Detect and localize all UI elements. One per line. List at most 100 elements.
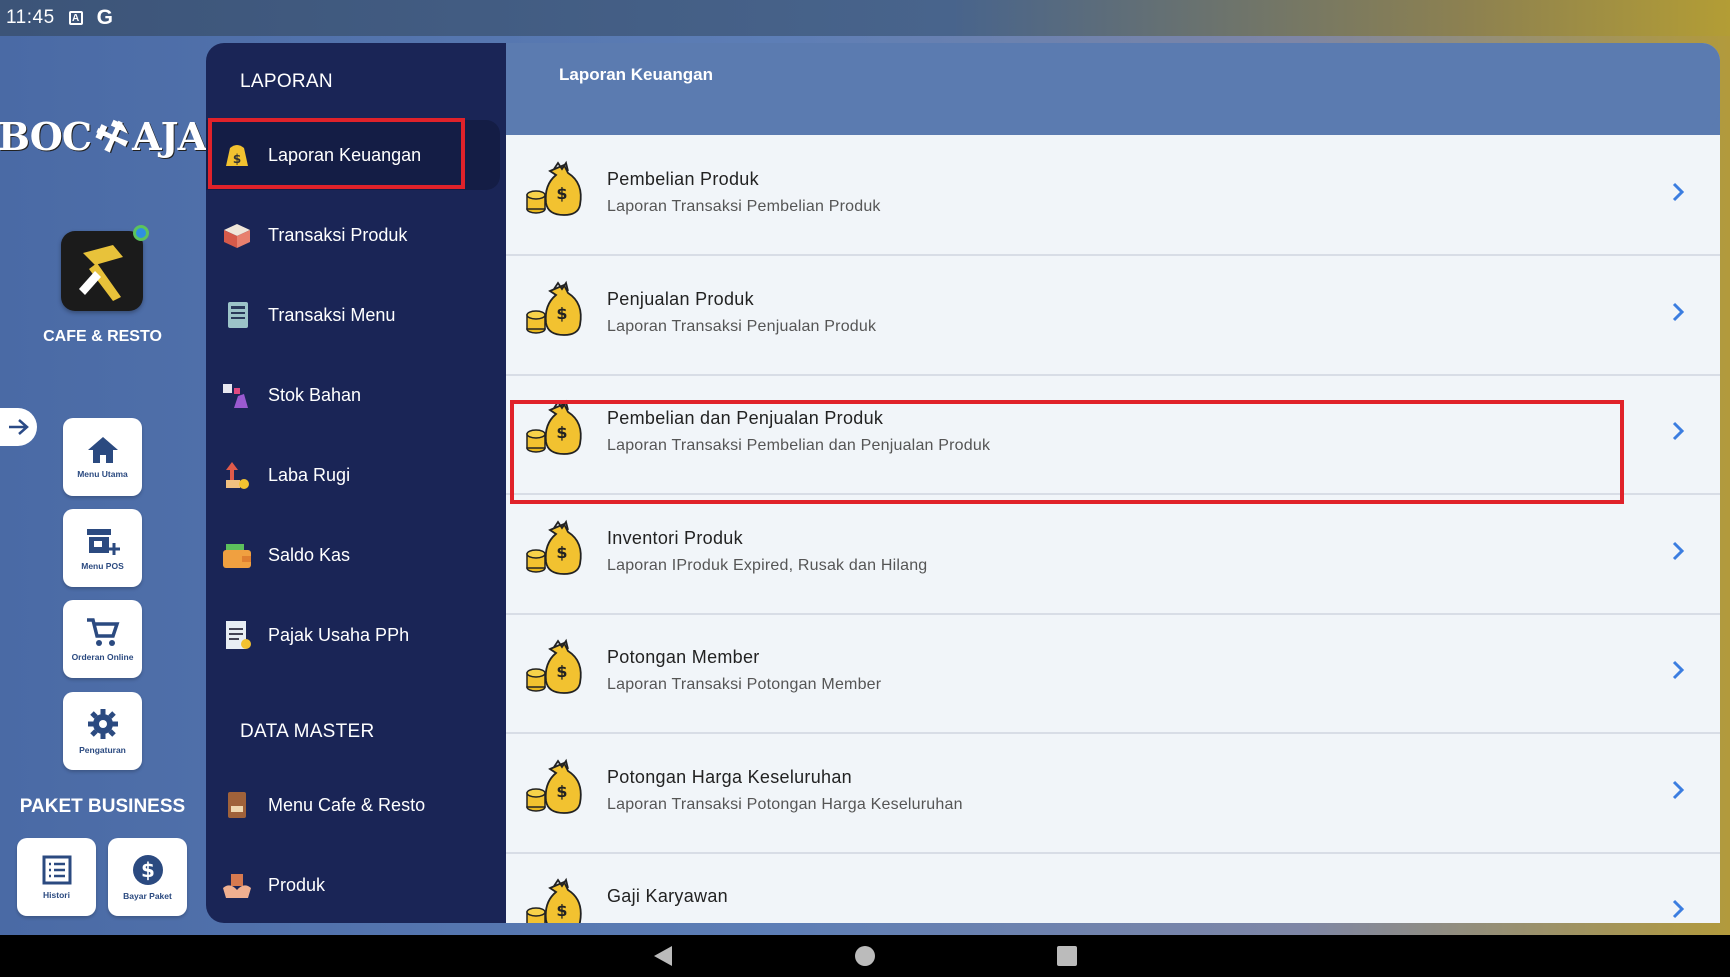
cart-icon — [86, 618, 119, 646]
home-icon — [87, 437, 118, 463]
svg-text:$: $ — [556, 901, 567, 920]
report-row-title: Pembelian Produk — [607, 169, 759, 189]
report-row-subtitle: Laporan Transaksi Potongan Member — [607, 676, 882, 693]
box-icon — [220, 218, 254, 252]
report-row-subtitle: Laporan Transaksi Pembelian Produk — [607, 198, 881, 215]
orderan-online-tile[interactable]: Orderan Online — [63, 600, 142, 678]
row-highlight-box — [510, 400, 1624, 504]
money-bag-icon: $ — [524, 159, 586, 221]
stock-icon — [220, 378, 254, 412]
status-bar: 11:45 A G — [0, 0, 1730, 36]
nav-item-label: Stok Bahan — [268, 384, 362, 405]
dollar-icon: $ — [132, 855, 163, 885]
menu-utama-tile[interactable]: Menu Utama — [63, 418, 142, 496]
google-icon: G — [96, 6, 113, 29]
nav-highlight-box — [208, 118, 465, 189]
status-time: 11:45 — [6, 7, 55, 28]
money-bag-icon: $ — [524, 518, 586, 580]
svg-text:$: $ — [556, 543, 567, 562]
profit-icon — [220, 458, 254, 492]
nav-item-transaksi-menu[interactable]: Transaksi Menu — [206, 280, 500, 350]
menu-pos-tile[interactable]: Menu POS — [63, 509, 142, 587]
nav-item-pajak-usaha[interactable]: Pajak Usaha PPh — [206, 600, 500, 670]
chevron-right-icon — [1666, 655, 1690, 685]
nav-item-label: Menu Cafe & Resto — [268, 794, 426, 815]
report-row-title: Inventori Produk — [607, 527, 743, 548]
recents-icon[interactable] — [1056, 945, 1078, 967]
section-laporan: LAPORAN — [240, 71, 333, 92]
money-bag-icon: $ — [524, 757, 586, 819]
report-row[interactable]: $ Penjualan Produk Laporan Transaksi Pen… — [506, 256, 1720, 376]
paket-title: PAKET BUSINESS — [19, 796, 186, 817]
report-row[interactable]: $ Pembelian Produk Laporan Transaksi Pem… — [506, 137, 1720, 256]
nav-item-label: Produk — [268, 874, 326, 895]
report-row-title: Penjualan Produk — [607, 288, 754, 309]
section-data-master: DATA MASTER — [240, 721, 375, 742]
report-row-title: Potongan Member — [607, 647, 760, 667]
report-row[interactable]: $ Inventori Produk Laporan IProduk Expir… — [506, 495, 1720, 615]
svg-text:$: $ — [556, 184, 567, 203]
content-header: Laporan Keuangan — [506, 43, 1720, 135]
menu-board-icon — [220, 298, 254, 332]
back-icon[interactable] — [652, 944, 674, 968]
tile-label: Histori — [43, 890, 70, 900]
report-row-subtitle: Laporan Transaksi Potongan Harga Keselur… — [607, 795, 963, 813]
svg-text:$: $ — [141, 858, 155, 882]
nav-item-label: Saldo Kas — [268, 544, 351, 565]
report-row[interactable]: $ Potongan Harga Keseluruhan Laporan Tra… — [506, 734, 1720, 854]
tax-icon — [220, 618, 254, 652]
hammer-logo-icon — [79, 245, 123, 301]
nav-item-menu-cafe-resto[interactable]: Menu Cafe & Resto — [206, 770, 500, 840]
android-nav-bar — [0, 935, 1730, 977]
money-bag-icon: $ — [524, 637, 586, 699]
chevron-right-icon — [1666, 775, 1690, 805]
nav-item-laba-rugi[interactable]: Laba Rugi — [206, 440, 500, 510]
svg-text:$: $ — [556, 304, 567, 323]
nav-item-produk[interactable]: Produk — [206, 850, 500, 920]
pengaturan-tile[interactable]: Pengaturan — [63, 692, 142, 770]
report-row-title: Gaji Karyawan — [607, 886, 728, 906]
chevron-right-icon — [1666, 894, 1690, 923]
histori-tile[interactable]: Histori — [17, 838, 96, 916]
list-icon — [42, 855, 71, 885]
chevron-right-icon — [1666, 297, 1690, 327]
tile-label: Bayar Paket — [123, 891, 172, 901]
nav-item-saldo-kas[interactable]: Saldo Kas — [206, 520, 500, 590]
nav-item-transaksi-produk[interactable]: Transaksi Produk — [206, 200, 500, 270]
report-row-subtitle: Laporan IProduk Expired, Rusak dan Hilan… — [607, 556, 928, 574]
money-bag-icon: $ — [524, 876, 586, 923]
report-row-title: Potongan Harga Keseluruhan — [607, 766, 852, 787]
store-add-icon — [86, 529, 120, 555]
nav-item-stok-bahan[interactable]: Stok Bahan — [206, 360, 500, 430]
nav-item-label: Pajak Usaha PPh — [268, 624, 410, 645]
chevron-right-icon — [1666, 177, 1690, 207]
tile-label: Pengaturan — [79, 745, 126, 755]
product-icon — [220, 868, 254, 902]
menu-book-icon — [220, 788, 254, 822]
svg-text:$: $ — [556, 782, 567, 801]
money-bag-icon: $ — [524, 279, 586, 341]
nav-item-label: Transaksi Produk — [268, 224, 408, 245]
tile-label: Menu Utama — [77, 469, 128, 479]
chevron-right-icon — [1666, 416, 1690, 446]
a-notification-icon: A — [68, 11, 83, 25]
content-title: Laporan Keuangan — [559, 65, 713, 84]
svg-text:$: $ — [556, 662, 567, 681]
wallet-icon — [220, 538, 254, 572]
notification-dot — [133, 225, 149, 241]
arrow-right-icon — [8, 419, 29, 435]
tile-label: Orderan Online — [71, 652, 134, 662]
bayar-paket-tile[interactable]: $ Bayar Paket — [108, 838, 187, 916]
chevron-right-icon — [1666, 536, 1690, 566]
home-nav-icon[interactable] — [854, 945, 876, 967]
gear-icon — [87, 709, 118, 739]
expand-rail-button[interactable] — [0, 408, 37, 446]
tile-label: Menu POS — [81, 561, 124, 571]
report-row[interactable]: $ Gaji Karyawan — [506, 854, 1720, 923]
report-row-subtitle: Laporan Transaksi Penjualan Produk — [607, 317, 877, 335]
nav-item-label: Transaksi Menu — [268, 304, 396, 325]
nav-item-label: Laba Rugi — [268, 464, 351, 485]
app-logo: BOC ⚒ AJA — [0, 109, 207, 163]
app-icon[interactable] — [61, 225, 149, 311]
report-row[interactable]: $ Potongan Member Laporan Transaksi Poto… — [506, 615, 1720, 734]
